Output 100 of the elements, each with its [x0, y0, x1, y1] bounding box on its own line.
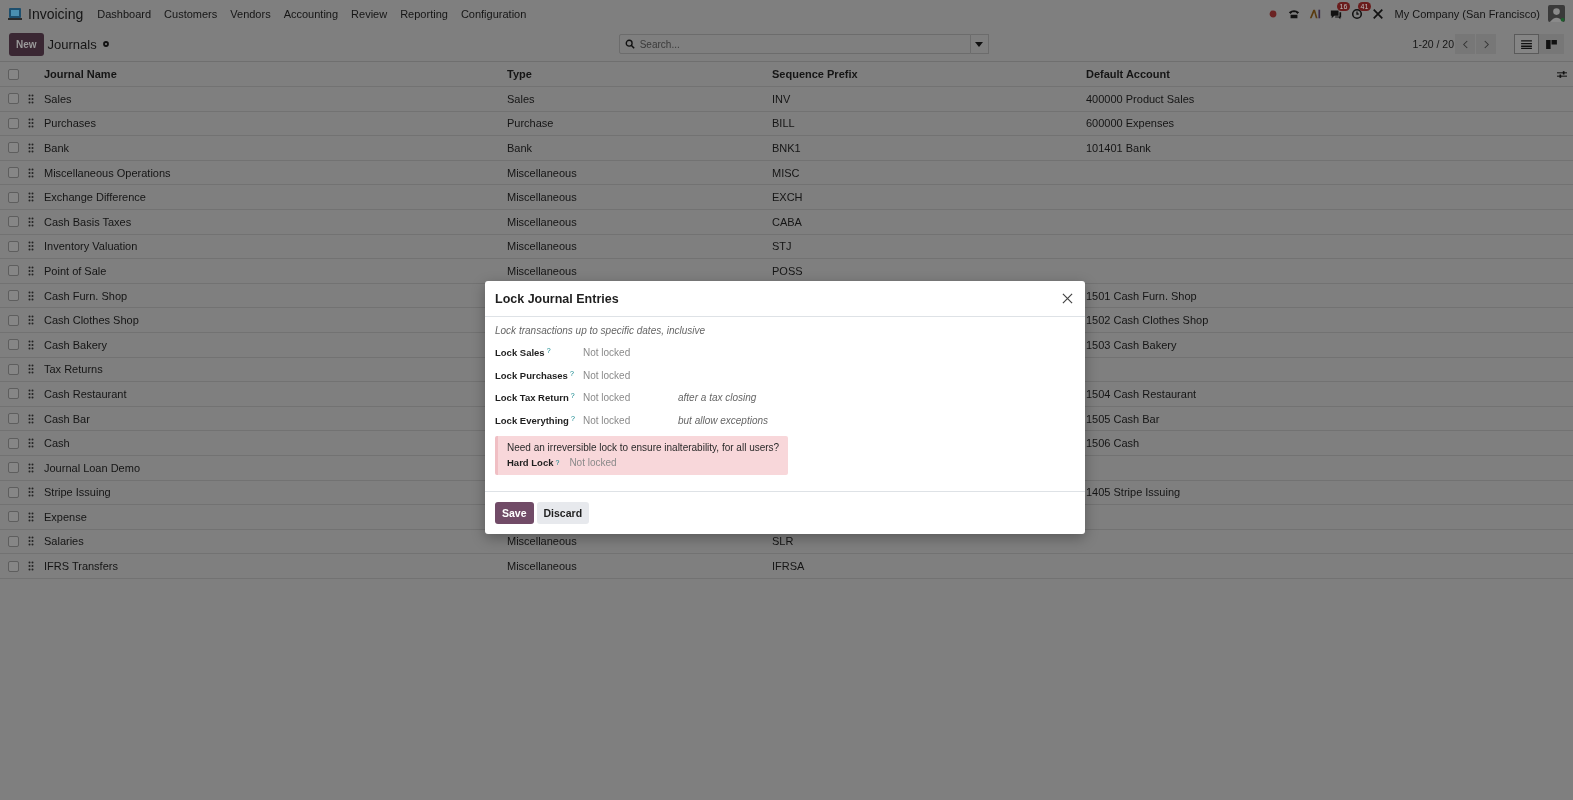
- drag-handle-icon[interactable]: [28, 511, 34, 522]
- row-checkbox[interactable]: [8, 560, 19, 572]
- menu-item[interactable]: Customers: [164, 7, 218, 20]
- row-checkbox[interactable]: [8, 314, 19, 326]
- drag-handle-icon[interactable]: [28, 265, 34, 276]
- table-cell: MISC: [772, 166, 800, 179]
- pager-value[interactable]: 1-20 / 20: [1412, 38, 1454, 50]
- column-header[interactable]: Type: [507, 68, 772, 80]
- table-cell: SLR: [772, 535, 794, 548]
- clock-icon[interactable]: [1350, 7, 1363, 20]
- drag-handle-icon[interactable]: [28, 241, 34, 252]
- menu-item[interactable]: Dashboard: [97, 7, 152, 20]
- row-checkbox[interactable]: [8, 388, 19, 400]
- search-options-button[interactable]: [970, 34, 989, 54]
- row-checkbox[interactable]: [8, 462, 19, 474]
- save-button[interactable]: Save: [495, 501, 534, 524]
- drag-handle-icon[interactable]: [28, 192, 34, 203]
- table-cell: CABA: [772, 215, 802, 228]
- drag-handle-icon[interactable]: [28, 413, 34, 424]
- field-label: Lock Everything: [495, 414, 569, 426]
- table-cell: Inventory Valuation: [44, 240, 138, 253]
- table-cell: Sales: [507, 92, 535, 105]
- drag-handle-icon[interactable]: [28, 364, 34, 375]
- table-cell: Miscellaneous: [507, 535, 577, 548]
- table-cell: Exchange Difference: [44, 191, 146, 204]
- drag-handle-icon[interactable]: [28, 487, 34, 498]
- table-cell: 400000 Product Sales: [1086, 92, 1195, 105]
- field-label: Lock Tax Return: [495, 392, 569, 404]
- row-checkbox[interactable]: [8, 93, 19, 105]
- row-checkbox[interactable]: [8, 290, 19, 302]
- row-checkbox[interactable]: [8, 117, 19, 129]
- row-checkbox[interactable]: [8, 167, 19, 179]
- phone-icon[interactable]: [1287, 7, 1300, 20]
- select-all-checkbox[interactable]: [8, 68, 19, 80]
- table-cell: Cash Basis Taxes: [44, 215, 132, 228]
- table-cell: Expense: [44, 510, 87, 523]
- row-checkbox[interactable]: [8, 240, 19, 252]
- table-cell: Miscellaneous Operations: [44, 166, 171, 179]
- row-checkbox[interactable]: [8, 142, 19, 154]
- menu-item[interactable]: Review: [351, 7, 388, 20]
- row-checkbox[interactable]: [8, 511, 19, 523]
- company-switcher[interactable]: My Company (San Francisco): [1394, 7, 1540, 20]
- row-checkbox[interactable]: [8, 216, 19, 228]
- menu-item[interactable]: Accounting: [283, 7, 339, 20]
- row-checkbox[interactable]: [8, 413, 19, 424]
- column-header[interactable]: Journal Name: [44, 68, 507, 80]
- drag-handle-icon[interactable]: [28, 143, 34, 153]
- drag-handle-icon[interactable]: [28, 462, 34, 473]
- app-logo-icon[interactable]: [8, 6, 22, 21]
- row-checkbox[interactable]: [8, 191, 19, 203]
- discard-button[interactable]: Discard: [536, 501, 590, 524]
- date-field[interactable]: Not locked: [583, 369, 678, 381]
- field-note: after a tax closing: [678, 392, 757, 404]
- new-button[interactable]: New: [9, 32, 44, 56]
- app-name[interactable]: Invoicing: [28, 5, 84, 22]
- table-cell: Miscellaneous: [507, 264, 577, 277]
- ai-icon[interactable]: [1308, 7, 1321, 20]
- field-label: Hard Lock: [507, 456, 554, 468]
- table-cell: Cash: [44, 437, 70, 450]
- drag-handle-icon[interactable]: [28, 561, 34, 572]
- table-cell: 1501 Cash Furn. Shop: [1086, 289, 1197, 302]
- drag-handle-icon[interactable]: [28, 118, 34, 129]
- table-cell: 101401 Bank: [1086, 142, 1151, 154]
- drag-handle-icon[interactable]: [28, 216, 34, 227]
- menu-item[interactable]: Reporting: [400, 7, 448, 20]
- menu-item[interactable]: Vendors: [230, 7, 271, 20]
- table-cell: Miscellaneous: [507, 240, 577, 253]
- drag-handle-icon[interactable]: [28, 536, 34, 547]
- menu-item[interactable]: Configuration: [460, 7, 527, 20]
- drag-handle-icon[interactable]: [28, 388, 34, 399]
- column-header[interactable]: Sequence Prefix: [772, 68, 1086, 80]
- drag-handle-icon[interactable]: [28, 438, 34, 449]
- drag-handle-icon[interactable]: [28, 315, 34, 326]
- user-avatar[interactable]: [1548, 5, 1565, 22]
- search-field[interactable]: Search...: [618, 34, 971, 54]
- date-field[interactable]: Not locked: [583, 414, 678, 426]
- row-checkbox[interactable]: [8, 486, 19, 498]
- caret-icon: [975, 41, 984, 47]
- drag-handle-icon[interactable]: [28, 93, 34, 104]
- table-cell: Sales: [44, 92, 72, 105]
- row-checkbox[interactable]: [8, 363, 19, 375]
- row-checkbox[interactable]: [8, 265, 19, 277]
- row-checkbox[interactable]: [8, 437, 19, 449]
- column-header[interactable]: Default Account: [1086, 68, 1573, 80]
- close-button[interactable]: [1060, 291, 1075, 306]
- date-field[interactable]: Not locked: [583, 392, 678, 404]
- row-checkbox[interactable]: [8, 339, 19, 351]
- drag-handle-icon[interactable]: [28, 290, 34, 301]
- date-field[interactable]: Not locked: [583, 346, 678, 358]
- date-field[interactable]: Not locked: [569, 456, 665, 468]
- drag-handle-icon[interactable]: [28, 339, 34, 350]
- table-cell: Stripe Issuing: [44, 486, 111, 499]
- kanban-view-button[interactable]: [1539, 34, 1564, 54]
- row-checkbox[interactable]: [8, 536, 19, 547]
- dialog-title: Lock Journal Entries: [495, 291, 619, 306]
- list-view-button[interactable]: [1514, 34, 1539, 54]
- table-cell: IFRSA: [772, 560, 805, 573]
- column-settings-icon[interactable]: [1557, 69, 1567, 79]
- drag-handle-icon[interactable]: [28, 167, 34, 178]
- table-cell: INV: [772, 92, 791, 105]
